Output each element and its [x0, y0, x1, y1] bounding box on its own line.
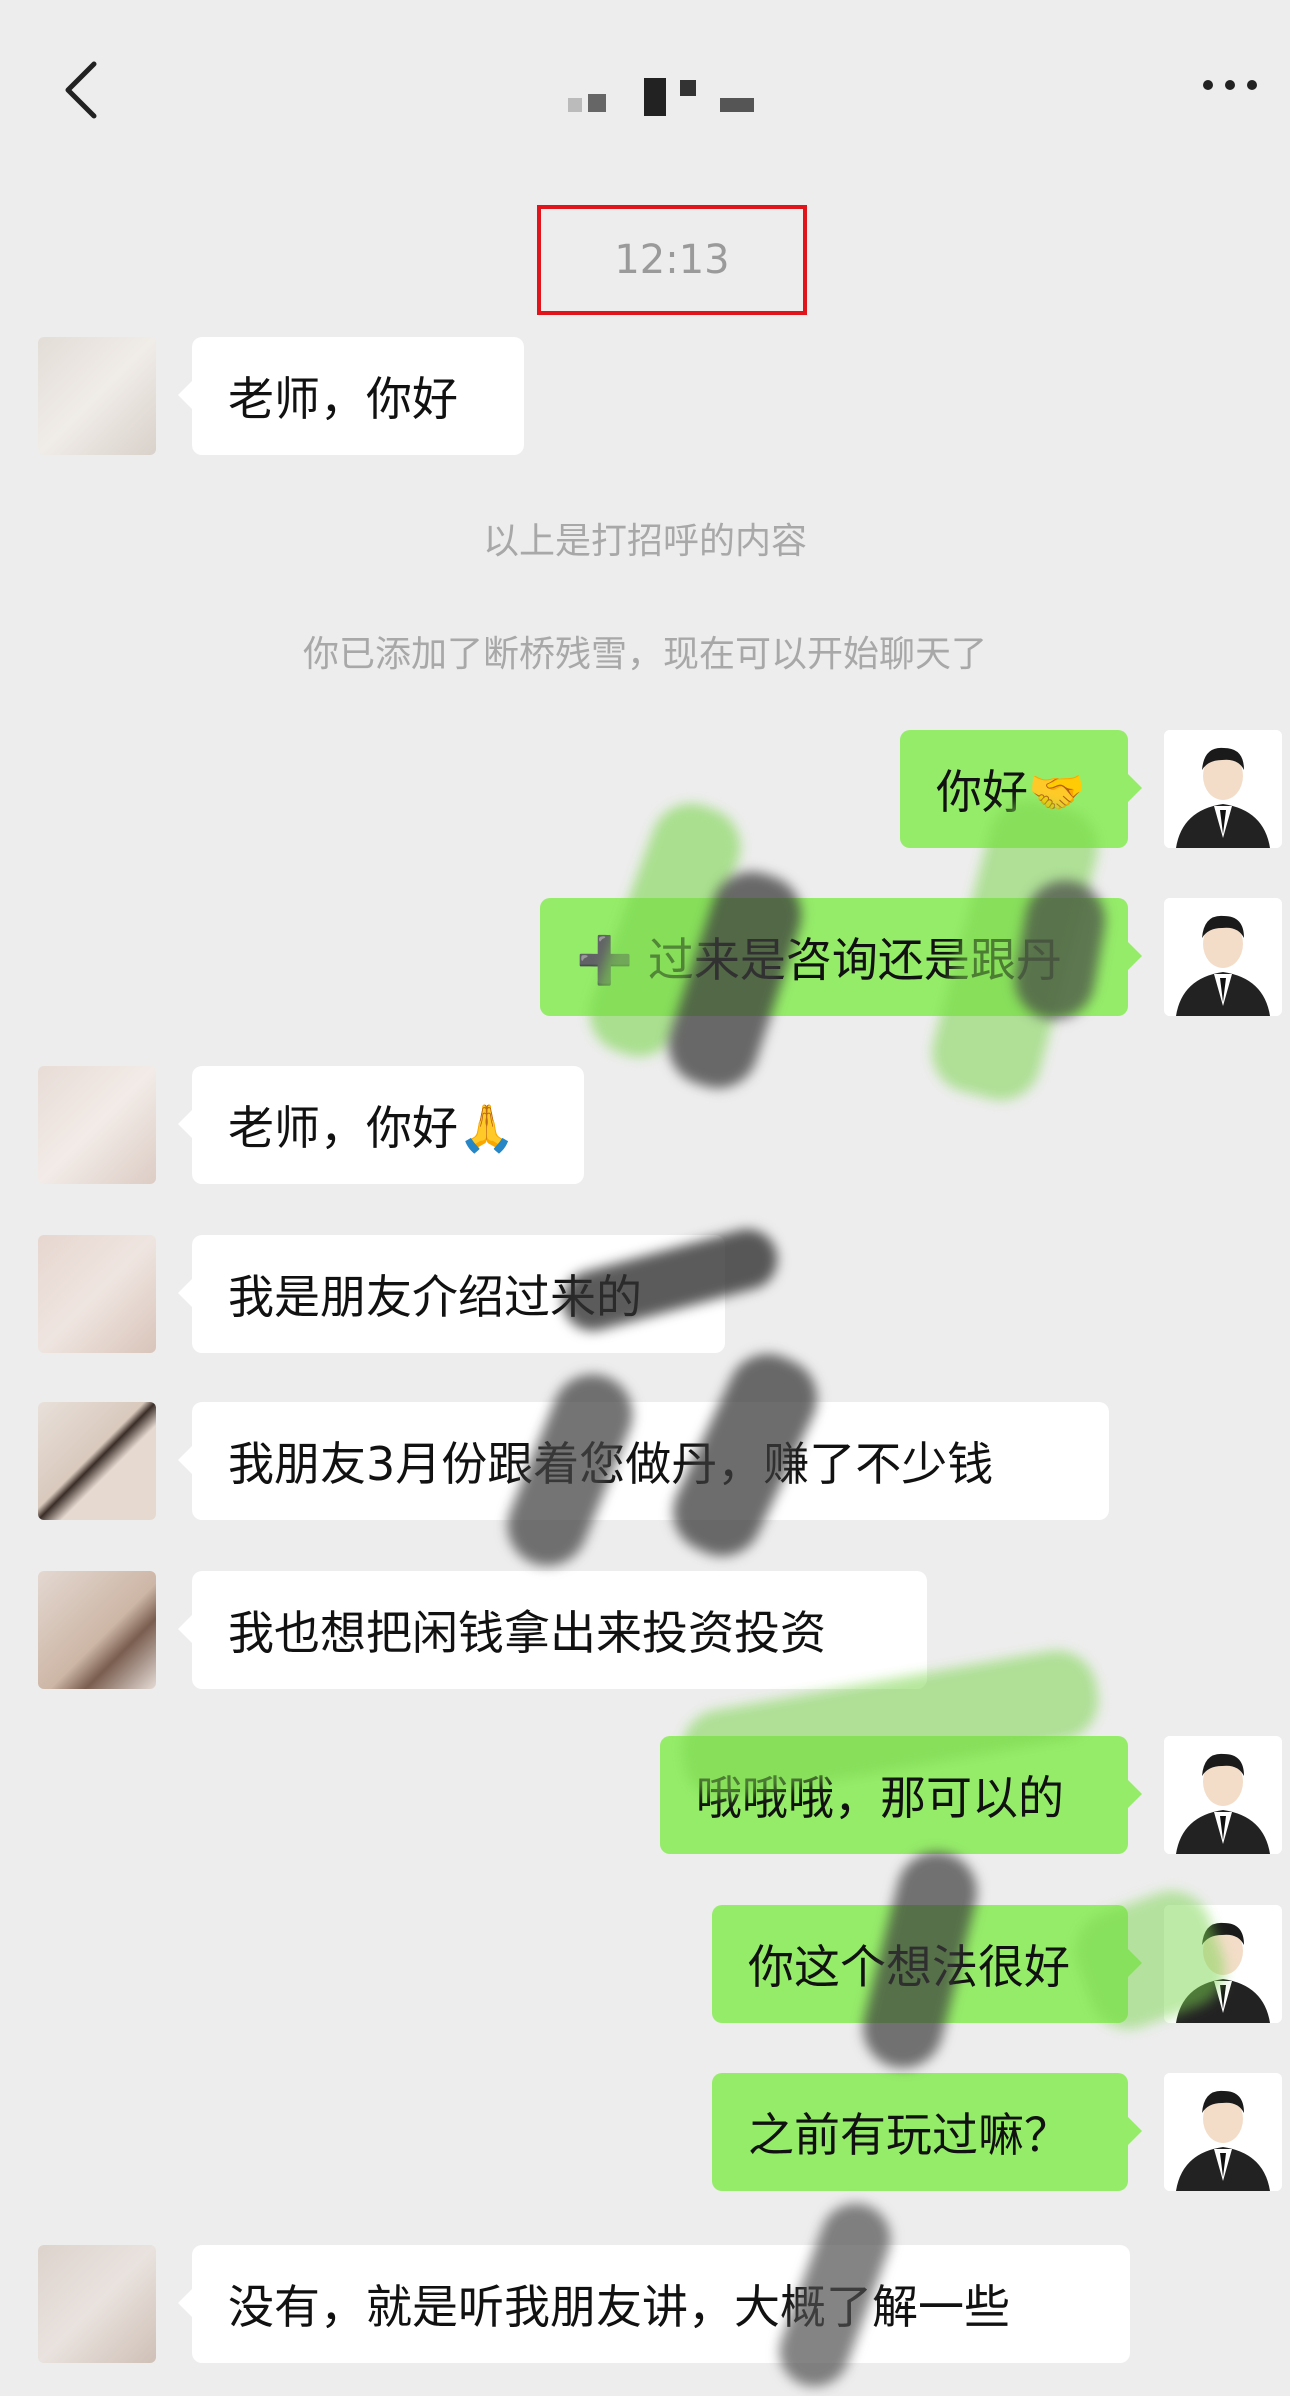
message-row: 你好🤝	[0, 730, 1290, 850]
message-text: ➕ 过来是咨询还是跟丹	[576, 933, 1062, 987]
message-row: ➕ 过来是咨询还是跟丹	[0, 898, 1290, 1018]
avatar[interactable]	[38, 1066, 156, 1184]
message-text: 哦哦哦，那可以的	[696, 1771, 1064, 1825]
system-message: 以上是打招呼的内容	[482, 521, 807, 562]
message-bubble[interactable]: 没有，就是听我朋友讲，大概了解一些	[178, 2245, 1130, 2363]
businessman-avatar-icon	[1164, 898, 1282, 1016]
avatar[interactable]	[38, 2245, 156, 2363]
message-bubble[interactable]: ➕ 过来是咨询还是跟丹	[540, 898, 1142, 1016]
message-row: 哦哦哦，那可以的	[0, 1736, 1290, 1856]
message-text: 你好🤝	[936, 765, 1086, 819]
timestamp: 12:13	[614, 237, 730, 283]
system-message: 你已添加了断桥残雪，现在可以开始聊天了	[302, 634, 987, 675]
timestamp-highlight: 12:13	[537, 205, 807, 315]
avatar[interactable]	[38, 1571, 156, 1689]
message-row: 我也想把闲钱拿出来投资投资	[0, 1571, 1290, 1691]
message-text: 我朋友3月份跟着您做丹，赚了不少钱	[228, 1437, 994, 1491]
message-bubble[interactable]: 我朋友3月份跟着您做丹，赚了不少钱	[178, 1402, 1109, 1520]
message-bubble[interactable]: 老师，你好	[178, 337, 524, 455]
message-text: 老师，你好	[228, 372, 458, 426]
avatar[interactable]	[1164, 1905, 1282, 2023]
message-text: 没有，就是听我朋友讲，大概了解一些	[228, 2280, 1010, 2334]
businessman-avatar-icon	[1164, 2073, 1282, 2191]
message-bubble[interactable]: 你这个想法很好	[712, 1905, 1142, 2023]
message-bubble[interactable]: 之前有玩过嘛？	[712, 2073, 1142, 2191]
message-bubble[interactable]: 我也想把闲钱拿出来投资投资	[178, 1571, 927, 1689]
message-text: 之前有玩过嘛？	[748, 2108, 1070, 2162]
chevron-left-icon[interactable]	[62, 60, 102, 120]
avatar[interactable]	[38, 337, 156, 455]
businessman-avatar-icon	[1164, 1905, 1282, 2023]
message-bubble[interactable]: 我是朋友介绍过来的	[178, 1235, 725, 1353]
avatar[interactable]	[1164, 2073, 1282, 2191]
avatar[interactable]	[1164, 898, 1282, 1016]
message-row: 老师，你好	[0, 337, 1290, 457]
message-row: 我朋友3月份跟着您做丹，赚了不少钱	[0, 1402, 1290, 1522]
avatar[interactable]	[1164, 730, 1282, 848]
message-bubble[interactable]: 哦哦哦，那可以的	[660, 1736, 1142, 1854]
businessman-avatar-icon	[1164, 730, 1282, 848]
message-text: 老师，你好🙏	[228, 1101, 516, 1155]
top-bar	[0, 0, 1290, 150]
message-row: 之前有玩过嘛？	[0, 2073, 1290, 2193]
message-text: 我也想把闲钱拿出来投资投资	[228, 1606, 826, 1660]
message-row: 老师，你好🙏	[0, 1066, 1290, 1186]
more-horizontal-icon[interactable]	[1200, 70, 1260, 100]
message-text: 我是朋友介绍过来的	[228, 1270, 642, 1324]
message-row: 我是朋友介绍过来的	[0, 1235, 1290, 1355]
message-text: 你这个想法很好	[748, 1940, 1070, 1994]
message-bubble[interactable]: 你好🤝	[900, 730, 1142, 848]
message-bubble[interactable]: 老师，你好🙏	[178, 1066, 584, 1184]
avatar[interactable]	[38, 1235, 156, 1353]
avatar[interactable]	[38, 1402, 156, 1520]
message-row: 你这个想法很好	[0, 1905, 1290, 2025]
message-row: 没有，就是听我朋友讲，大概了解一些	[0, 2245, 1290, 2365]
businessman-avatar-icon	[1164, 1736, 1282, 1854]
chat-title-redacted	[568, 78, 754, 116]
avatar[interactable]	[1164, 1736, 1282, 1854]
